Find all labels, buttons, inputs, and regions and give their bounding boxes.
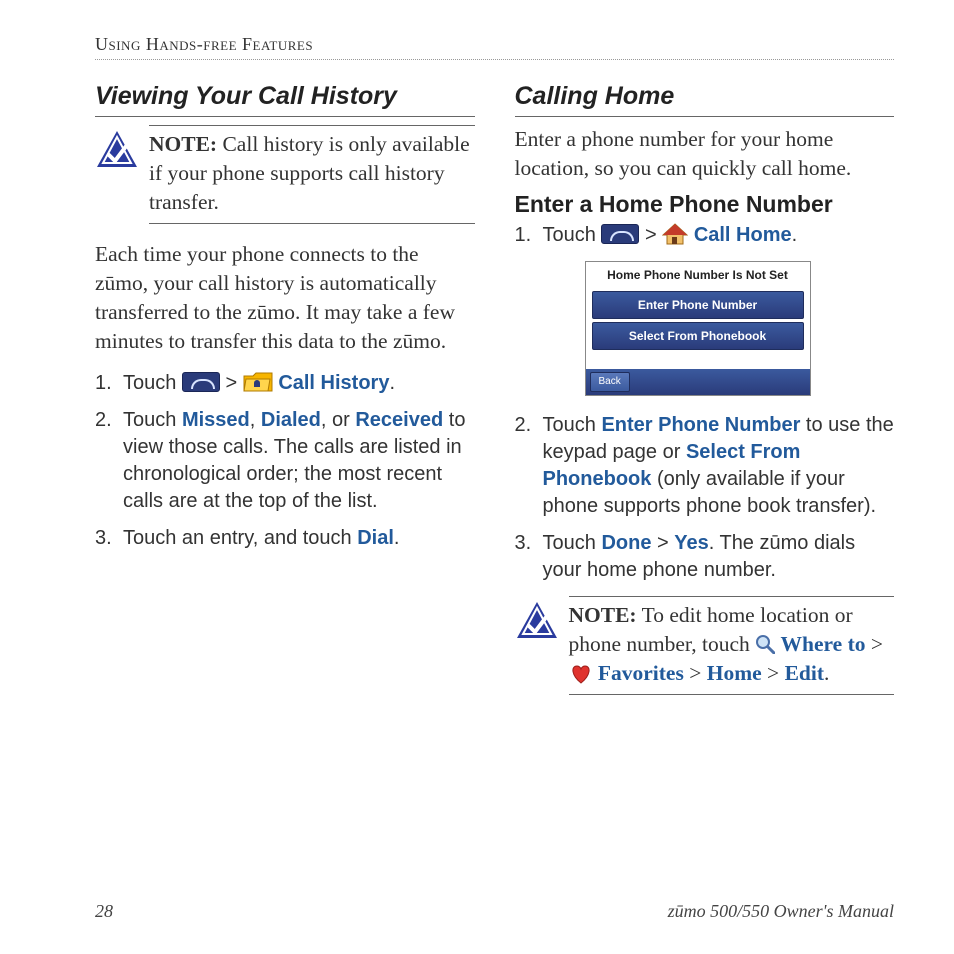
sep: ,	[250, 409, 261, 431]
note-call-history: NOTE: Call history is only available if …	[95, 125, 475, 224]
steps-calling-home: Touch > Call Home.	[515, 222, 895, 249]
subheading-enter-home: Enter a Home Phone Number	[515, 189, 895, 220]
steps-calling-home-cont: Touch Enter Phone Number to use the keyp…	[515, 412, 895, 584]
link-call-home: Call Home	[694, 224, 792, 246]
step-2: Touch Enter Phone Number to use the keyp…	[515, 412, 895, 520]
right-column: Calling Home Enter a phone number for yo…	[515, 80, 895, 711]
enter-phone-number-button[interactable]: Enter Phone Number	[592, 291, 804, 319]
gt: >	[762, 661, 785, 685]
step-2: Touch Missed, Dialed, or Received to vie…	[95, 407, 475, 515]
text: Touch	[543, 224, 602, 246]
back-button[interactable]: Back	[590, 372, 630, 392]
screenshot-home-phone: Home Phone Number Is Not Set Enter Phone…	[585, 261, 811, 396]
screenshot-footer: Back	[586, 369, 810, 395]
note-body: NOTE: Call history is only available if …	[149, 125, 475, 224]
note-label: NOTE:	[149, 132, 217, 156]
text: Touch an entry, and touch	[123, 527, 357, 549]
note-edit-home: NOTE: To edit home location or phone num…	[515, 596, 895, 695]
manual-title: zūmo 500/550 Owner's Manual	[668, 901, 894, 922]
link-done: Done	[601, 532, 651, 554]
link-dialed: Dialed	[261, 409, 321, 431]
link-received: Received	[355, 409, 443, 431]
intro-paragraph: Each time your phone connects to the zūm…	[95, 240, 475, 356]
link-home: Home	[707, 661, 762, 685]
screenshot-blank	[586, 353, 810, 369]
phone-icon	[601, 224, 639, 244]
phone-icon	[182, 372, 220, 392]
page-footer: 28 zūmo 500/550 Owner's Manual	[95, 901, 894, 922]
gt: >	[865, 632, 883, 656]
note-body: NOTE: To edit home location or phone num…	[569, 596, 895, 695]
home-icon	[662, 223, 688, 245]
steps-call-history: Touch > Call History. Touch Missed, Dial…	[95, 370, 475, 552]
screenshot-title: Home Phone Number Is Not Set	[586, 262, 810, 288]
folder-icon	[243, 371, 273, 393]
content-columns: Viewing Your Call History NOTE: Call his…	[95, 80, 894, 711]
note-label: NOTE:	[569, 603, 637, 627]
text: Touch	[123, 409, 182, 431]
text: Touch	[123, 372, 182, 394]
page-number: 28	[95, 901, 113, 922]
text: Touch	[543, 532, 602, 554]
link-yes: Yes	[674, 532, 708, 554]
period: .	[389, 372, 395, 394]
link-enter-phone-number: Enter Phone Number	[601, 414, 800, 436]
step-3: Touch an entry, and touch Dial.	[95, 525, 475, 552]
gt: >	[684, 661, 707, 685]
link-dial: Dial	[357, 527, 394, 549]
magnifier-icon	[755, 634, 775, 654]
text: Touch	[543, 414, 602, 436]
period: .	[792, 224, 798, 246]
separator: >	[226, 372, 243, 394]
checkmark-icon	[515, 600, 559, 642]
link-missed: Missed	[182, 409, 250, 431]
step-1: Touch > Call Home.	[515, 222, 895, 249]
step-3: Touch Done > Yes. The zūmo dials your ho…	[515, 530, 895, 584]
select-from-phonebook-button[interactable]: Select From Phonebook	[592, 322, 804, 350]
step-1: Touch > Call History.	[95, 370, 475, 397]
period: .	[394, 527, 400, 549]
sep: , or	[321, 409, 355, 431]
left-column: Viewing Your Call History NOTE: Call his…	[95, 80, 475, 711]
screenshot-panel: Home Phone Number Is Not Set Enter Phone…	[585, 261, 811, 396]
link-call-history: Call History	[278, 372, 389, 394]
period: .	[824, 661, 829, 685]
link-where-to: Where to	[781, 632, 866, 656]
checkmark-icon	[95, 129, 139, 171]
link-edit: Edit	[785, 661, 824, 685]
gt: >	[651, 532, 674, 554]
separator: >	[645, 224, 662, 246]
link-favorites: Favorites	[598, 661, 684, 685]
heart-icon	[569, 664, 593, 684]
heading-calling-home: Calling Home	[515, 80, 895, 117]
intro-paragraph: Enter a phone number for your home locat…	[515, 125, 895, 183]
heading-call-history: Viewing Your Call History	[95, 80, 475, 117]
running-header: Using Hands-free Features	[95, 34, 894, 60]
